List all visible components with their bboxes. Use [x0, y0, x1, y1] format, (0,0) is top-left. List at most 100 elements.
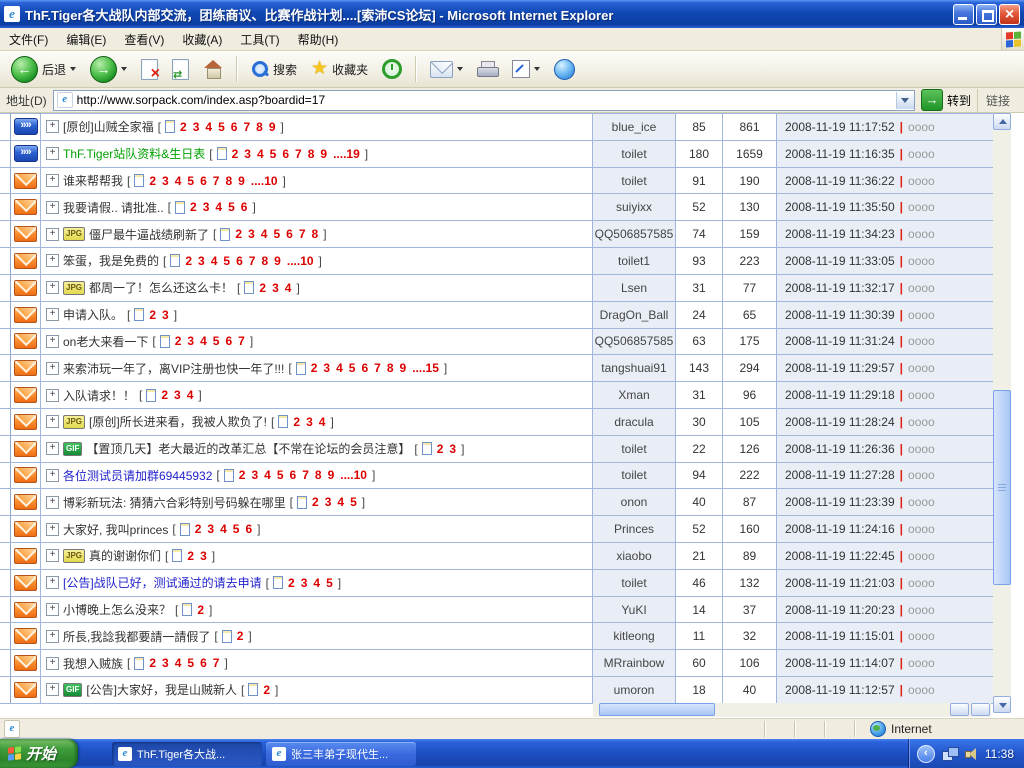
author-link[interactable]: suiyixx — [616, 200, 652, 214]
author-link[interactable]: kitleong — [613, 629, 654, 643]
print-button[interactable] — [472, 59, 503, 79]
page-link[interactable]: 2 — [175, 334, 182, 348]
network-icon[interactable] — [942, 747, 958, 760]
page-link[interactable]: 7 — [374, 361, 381, 375]
topic-title-link[interactable]: 来索沛玩一年了，离VIP注册也快一年了!!! — [63, 360, 284, 377]
last-post-time[interactable]: 2008-11-19 11:20:23 — [785, 603, 895, 617]
page-link[interactable]: 7 — [302, 468, 309, 482]
page-link[interactable]: 6 — [245, 522, 252, 536]
page-link[interactable]: 2 — [232, 147, 239, 161]
page-link[interactable]: 9 — [328, 468, 335, 482]
topic-title-link[interactable]: 大家好, 我叫princes — [63, 521, 168, 538]
menu-item[interactable]: 编辑(E) — [57, 31, 115, 48]
page-link[interactable]: 2 — [197, 603, 204, 617]
edit-dropdown-icon[interactable] — [534, 67, 540, 71]
expand-toggle[interactable] — [46, 469, 59, 482]
page-link[interactable]: 4 — [264, 468, 271, 482]
page-link[interactable]: 4 — [319, 415, 326, 429]
page-link[interactable]: 4 — [187, 388, 194, 402]
last-post-time[interactable]: 2008-11-19 11:35:50 — [785, 200, 895, 214]
scroll-down-button[interactable] — [993, 696, 1011, 713]
page-link[interactable]: 5 — [218, 120, 225, 134]
back-button[interactable]: ← 后退 — [6, 54, 81, 85]
page-link[interactable]: 7 — [238, 334, 245, 348]
topic-title-link[interactable]: on老大来看一下 — [63, 333, 148, 350]
last-poster-link[interactable]: oooo — [908, 227, 935, 241]
author-link[interactable]: toilet — [621, 468, 646, 482]
last-post-time[interactable]: 2008-11-19 11:12:57 — [785, 683, 895, 697]
expand-toggle[interactable] — [46, 523, 59, 536]
page-link[interactable]: 3 — [301, 576, 308, 590]
last-post-time[interactable]: 2008-11-19 11:29:18 — [785, 388, 895, 402]
minimize-button[interactable] — [953, 4, 974, 25]
author-link[interactable]: MRrainbow — [604, 656, 665, 670]
author-link[interactable]: tangshuai91 — [601, 361, 666, 375]
last-post-time[interactable]: 2008-11-19 11:15:01 — [785, 629, 895, 643]
last-poster-link[interactable]: oooo — [908, 468, 935, 482]
page-link[interactable]: 6 — [236, 254, 243, 268]
page-link[interactable]: 2 — [293, 415, 300, 429]
restore-button[interactable] — [976, 4, 997, 25]
page-link[interactable]: 6 — [200, 174, 207, 188]
back-dropdown-icon[interactable] — [70, 67, 76, 71]
expand-toggle[interactable] — [46, 120, 59, 133]
page-link[interactable]: 9 — [274, 254, 281, 268]
topic-title-link[interactable]: 我想入贼族 — [63, 655, 123, 672]
page-link[interactable]: 5 — [350, 495, 357, 509]
last-poster-link[interactable]: oooo — [908, 361, 935, 375]
scroll-left-button[interactable] — [950, 703, 969, 716]
expand-toggle[interactable] — [46, 201, 59, 214]
expand-toggle[interactable] — [46, 389, 59, 402]
author-link[interactable]: QQ506857585 — [595, 334, 674, 348]
topic-title-link[interactable]: 【置顶几天】老大最近的改革汇总【不常在论坛的会员注意】 — [86, 440, 410, 457]
page-link[interactable]: 2 — [187, 549, 194, 563]
links-bar[interactable]: 链接 — [977, 89, 1020, 112]
page-link[interactable]: 3 — [187, 334, 194, 348]
topic-title-link[interactable]: 小博晚上怎么没来？ — [63, 601, 171, 618]
page-link[interactable]: 4 — [211, 254, 218, 268]
page-link[interactable]: 5 — [326, 576, 333, 590]
author-link[interactable]: toilet1 — [618, 254, 650, 268]
page-link[interactable]: 2 — [311, 361, 318, 375]
topic-title-link[interactable]: [原创]所长进来看，我被人欺负了! — [89, 413, 267, 430]
author-link[interactable]: toilet — [621, 147, 646, 161]
author-link[interactable]: xiaobo — [616, 549, 651, 563]
page-link[interactable]: ....10 — [251, 174, 278, 188]
expand-toggle[interactable] — [46, 657, 59, 670]
author-link[interactable]: dracula — [614, 415, 653, 429]
page-link[interactable]: 5 — [223, 254, 230, 268]
page-link[interactable]: 2 — [190, 200, 197, 214]
expand-toggle[interactable] — [46, 630, 59, 643]
author-link[interactable]: umoron — [614, 683, 655, 697]
page-link[interactable]: 3 — [174, 388, 181, 402]
page-link[interactable]: 3 — [272, 281, 279, 295]
page-link[interactable]: 2 — [288, 576, 295, 590]
close-button[interactable] — [999, 4, 1020, 25]
horizontal-scrollbar[interactable] — [593, 703, 991, 717]
page-link[interactable]: ....19 — [333, 147, 360, 161]
volume-icon[interactable] — [965, 747, 978, 760]
edit-button[interactable] — [507, 58, 545, 80]
page-link[interactable]: 2 — [149, 308, 156, 322]
topic-title-link[interactable]: 各位测试员请加群69445932 — [63, 467, 212, 484]
page-link[interactable]: 4 — [257, 147, 264, 161]
page-link[interactable]: 8 — [308, 147, 315, 161]
messenger-button[interactable] — [549, 57, 580, 82]
author-link[interactable]: toilet — [621, 442, 646, 456]
page-link[interactable]: 2 — [149, 174, 156, 188]
page-link[interactable]: 3 — [162, 308, 169, 322]
expand-toggle[interactable] — [46, 576, 59, 589]
expand-toggle[interactable] — [46, 683, 59, 696]
page-link[interactable]: 6 — [286, 227, 293, 241]
expand-toggle[interactable] — [46, 254, 59, 267]
page-link[interactable]: 8 — [315, 468, 322, 482]
home-button[interactable] — [198, 58, 228, 80]
author-link[interactable]: blue_ice — [612, 120, 657, 134]
last-post-time[interactable]: 2008-11-19 11:23:39 — [785, 495, 895, 509]
page-link[interactable]: 6 — [200, 656, 207, 670]
page-link[interactable]: ....10 — [287, 254, 314, 268]
menu-item[interactable]: 帮助(H) — [289, 31, 348, 48]
page-link[interactable]: 4 — [336, 361, 343, 375]
topic-title-link[interactable]: 僵尸最牛逼战绩刷新了 — [89, 226, 209, 243]
page-link[interactable]: 5 — [349, 361, 356, 375]
